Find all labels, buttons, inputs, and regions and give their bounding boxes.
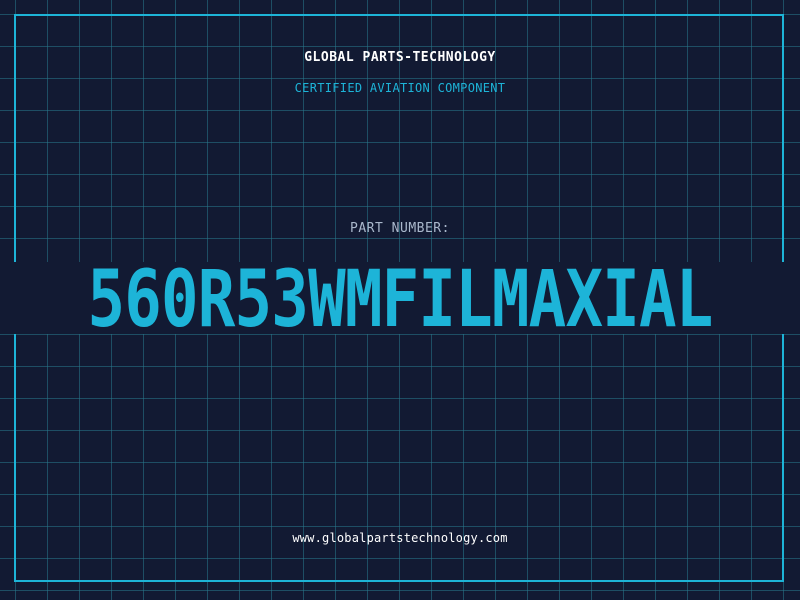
part-label-card: GLOBAL PARTS-TECHNOLOGY CERTIFIED AVIATI… [0,0,800,600]
certification-subtitle: CERTIFIED AVIATION COMPONENT [294,81,506,95]
brand-title: GLOBAL PARTS-TECHNOLOGY [304,50,496,65]
part-number-value: 560R53WMFILMAXIAL [87,255,713,345]
part-number-label: PART NUMBER: [350,221,450,236]
website-url: www.globalpartstechnology.com [292,531,508,545]
